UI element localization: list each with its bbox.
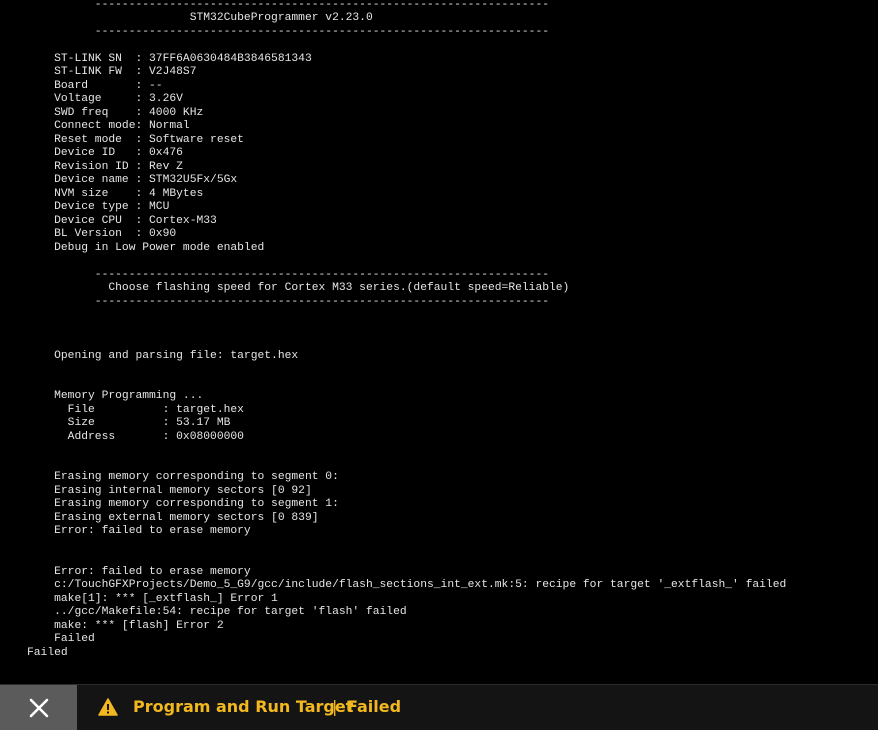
console-line: File : target.hex bbox=[27, 403, 244, 416]
console-line: Erasing memory corresponding to segment … bbox=[27, 498, 339, 510]
console-line: STM32CubeProgrammer v2.23.0 bbox=[27, 12, 373, 24]
console-line: Reset mode : Software reset bbox=[27, 133, 244, 146]
console-line: Erasing internal memory sectors [0 92] bbox=[27, 484, 312, 497]
console-line: Opening and parsing file: target.hex bbox=[27, 349, 299, 362]
console-line: ST-LINK SN : 37FF6A0630484B3846581343 bbox=[27, 52, 312, 65]
console-line: Erasing external memory sectors [0 839] bbox=[27, 511, 319, 524]
console-line: Failed bbox=[27, 646, 68, 659]
console-output[interactable]: ----------------------------------------… bbox=[0, 0, 878, 684]
console-line: NVM size : 4 MBytes bbox=[27, 187, 204, 200]
console-line: ../gcc/Makefile:54: recipe for target 'f… bbox=[27, 606, 407, 618]
console-line: Debug in Low Power mode enabled bbox=[27, 241, 265, 254]
console-line: Address : 0x08000000 bbox=[27, 430, 244, 443]
console-line: Device name : STM32U5Fx/5Gx bbox=[27, 174, 238, 186]
console-line: Device ID : 0x476 bbox=[27, 147, 183, 159]
console-line: c:/TouchGFXProjects/Demo_5_G9/gcc/includ… bbox=[27, 579, 787, 591]
console-line: ST-LINK FW : V2J48S7 bbox=[27, 66, 197, 78]
console-line: Memory Programming ... bbox=[27, 390, 204, 402]
console-line: make: *** [flash] Error 2 bbox=[27, 619, 224, 632]
console-line: ----------------------------------------… bbox=[27, 0, 550, 11]
console-line: Connect mode: Normal bbox=[27, 120, 190, 132]
console-line: make[1]: *** [_extflash_] Error 1 bbox=[27, 592, 278, 605]
status-separator: | bbox=[332, 697, 338, 716]
console-line: Failed bbox=[27, 633, 95, 645]
console-line: Size : 53.17 MB bbox=[27, 417, 231, 429]
status-bar: Program and Run Target | Failed bbox=[0, 684, 878, 730]
console-line: SWD freq : 4000 KHz bbox=[27, 106, 204, 119]
console-line: Erasing memory corresponding to segment … bbox=[27, 471, 339, 483]
warning-icon bbox=[98, 698, 118, 716]
console-line: Revision ID : Rev Z bbox=[27, 160, 183, 173]
console-line: ----------------------------------------… bbox=[27, 295, 550, 308]
console-line: Error: failed to erase memory bbox=[27, 525, 251, 537]
status-title: Program and Run Target bbox=[133, 697, 354, 716]
console-line: BL Version : 0x90 bbox=[27, 228, 177, 240]
console-line: ----------------------------------------… bbox=[27, 25, 550, 38]
close-button[interactable] bbox=[0, 685, 77, 730]
console-line: Board : -- bbox=[27, 79, 163, 92]
console-line: ----------------------------------------… bbox=[27, 268, 550, 281]
console-line: Device CPU : Cortex-M33 bbox=[27, 214, 217, 227]
close-icon bbox=[29, 698, 48, 717]
console-line: Choose flashing speed for Cortex M33 ser… bbox=[27, 282, 570, 294]
console-line: Device type : MCU bbox=[27, 201, 170, 213]
console-line: Voltage : 3.26V bbox=[27, 93, 183, 105]
status-result: Failed bbox=[347, 697, 402, 716]
console-line: Error: failed to erase memory bbox=[27, 565, 251, 578]
